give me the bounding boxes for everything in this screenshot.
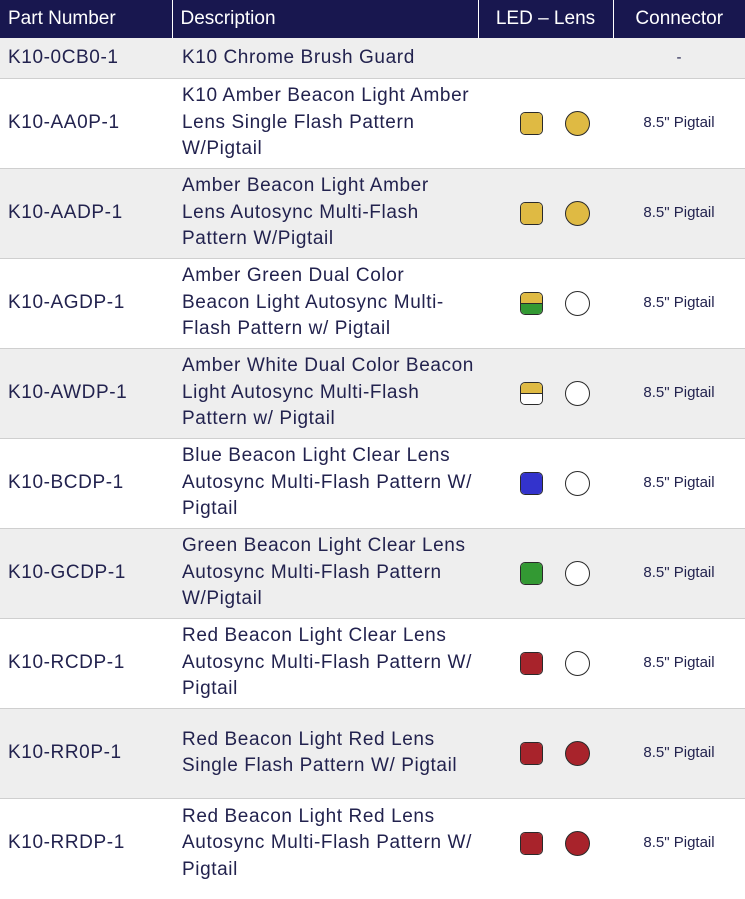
led-lens-cell: [478, 78, 613, 168]
description: Red Beacon Light Red Lens Single Flash P…: [182, 728, 458, 777]
lens-color-icon: [564, 650, 590, 676]
led-lens-cell: [478, 798, 613, 888]
color-swatches: [478, 200, 613, 226]
description: Red Beacon Light Clear Lens Autosync Mul…: [182, 625, 472, 700]
led-lens-cell: [478, 348, 613, 438]
product-table: Part Number Description LED – Lens Conne…: [0, 0, 745, 888]
lens-color-icon: [564, 110, 590, 136]
color-swatches: [478, 560, 613, 586]
lens-color-icon: [564, 740, 590, 766]
header-description: Description: [171, 0, 478, 38]
header-row: Part Number Description LED – Lens Conne…: [0, 0, 745, 38]
led-color-icon: [519, 111, 543, 135]
color-swatches: [478, 830, 613, 856]
part-number: K10-0CB0-1: [8, 46, 119, 68]
led-color-icon: [519, 201, 543, 225]
table-row: K10-RRDP-1 Red Beacon Light Red Lens Auto…: [0, 798, 745, 888]
table-row: K10-BCDP-1 Blue Beacon Light Clear Lens A…: [0, 438, 745, 528]
color-swatches: [478, 740, 613, 766]
lens-color-icon: [564, 290, 590, 316]
table-row: K10-0CB0-1 K10 Chrome Brush Guard -: [0, 38, 745, 78]
color-swatches: [478, 110, 613, 136]
table-row: K10-GCDP-1 Green Beacon Light Clear Lens …: [0, 528, 745, 618]
lens-color-icon: [564, 200, 590, 226]
description: Amber Green Dual Color Beacon Light Auto…: [182, 265, 444, 340]
color-swatches: [478, 650, 613, 676]
description: Amber Beacon Light Amber Lens Autosync M…: [182, 175, 429, 250]
part-number: K10-RRDP-1: [8, 832, 125, 853]
led-lens-cell: [478, 438, 613, 528]
description: K10 Amber Beacon Light Amber Lens Single…: [182, 85, 470, 160]
table-row: K10-RCDP-1 Red Beacon Light Clear Lens Au…: [0, 618, 745, 708]
led-lens-cell: [478, 38, 613, 78]
header-part-number: Part Number: [0, 0, 172, 38]
table-row: K10-AA0P-1 K10 Amber Beacon Light Amber L…: [0, 78, 745, 168]
part-number: K10-AWDP-1: [8, 381, 128, 403]
table-row: K10-AWDP-1 Amber White Dual Color Beacon …: [0, 348, 745, 438]
connector: 8.5" Pigtail: [643, 834, 715, 851]
part-number: K10-GCDP-1: [8, 561, 126, 583]
led-lens-cell: [478, 168, 613, 258]
header-led-lens: LED – Lens: [477, 0, 613, 38]
table-row: K10-AADP-1 Amber Beacon Light Amber Lens …: [0, 168, 745, 258]
connector: 8.5" Pigtail: [643, 293, 715, 311]
connector: 8.5" Pigtail: [643, 473, 715, 491]
led-color-icon: [519, 561, 543, 585]
table-row: K10-RR0P-1 Red Beacon Light Red Lens Sing…: [0, 708, 745, 798]
led-color-icon: [519, 381, 543, 405]
description: Blue Beacon Light Clear Lens Autosync Mu…: [182, 445, 472, 520]
lens-color-icon: [564, 560, 590, 586]
lens-color-icon: [564, 830, 590, 856]
part-number: K10-RR0P-1: [8, 741, 122, 763]
led-lens-cell: [478, 528, 613, 618]
description: Green Beacon Light Clear Lens Autosync M…: [182, 535, 466, 610]
led-lens-cell: [478, 708, 613, 798]
led-lens-cell: [478, 258, 613, 348]
color-swatches: [478, 380, 613, 406]
connector: 8.5" Pigtail: [643, 563, 715, 581]
header-connector: Connector: [612, 0, 745, 38]
lens-color-icon: [564, 470, 590, 496]
description: Amber White Dual Color Beacon Light Auto…: [182, 355, 474, 430]
connector: 8.5" Pigtail: [643, 113, 715, 131]
led-color-icon: [519, 831, 543, 855]
led-color-icon: [519, 291, 543, 315]
lens-color-icon: [564, 380, 590, 406]
color-swatches: [478, 470, 613, 496]
connector: 8.5" Pigtail: [643, 383, 715, 401]
connector: -: [676, 48, 682, 66]
connector: 8.5" Pigtail: [643, 653, 715, 671]
table-body: K10-0CB0-1 K10 Chrome Brush Guard - K10-AA0…: [0, 38, 745, 888]
part-number: K10-AGDP-1: [8, 291, 125, 313]
part-number: K10-AADP-1: [8, 201, 123, 223]
description: Red Beacon Light Red Lens Autosync Multi…: [182, 805, 472, 880]
led-color-icon: [519, 651, 543, 675]
led-lens-cell: [478, 618, 613, 708]
connector: 8.5" Pigtail: [643, 743, 715, 761]
color-swatches: [478, 290, 613, 316]
led-color-icon: [519, 741, 543, 765]
part-number: K10-BCDP-1: [8, 471, 124, 493]
led-color-icon: [519, 471, 543, 495]
description: K10 Chrome Brush Guard: [182, 46, 415, 68]
part-number: K10-AA0P-1: [8, 111, 120, 133]
part-number: K10-RCDP-1: [8, 651, 125, 673]
table-row: K10-AGDP-1 Amber Green Dual Color Beacon …: [0, 258, 745, 348]
connector: 8.5" Pigtail: [643, 203, 715, 221]
